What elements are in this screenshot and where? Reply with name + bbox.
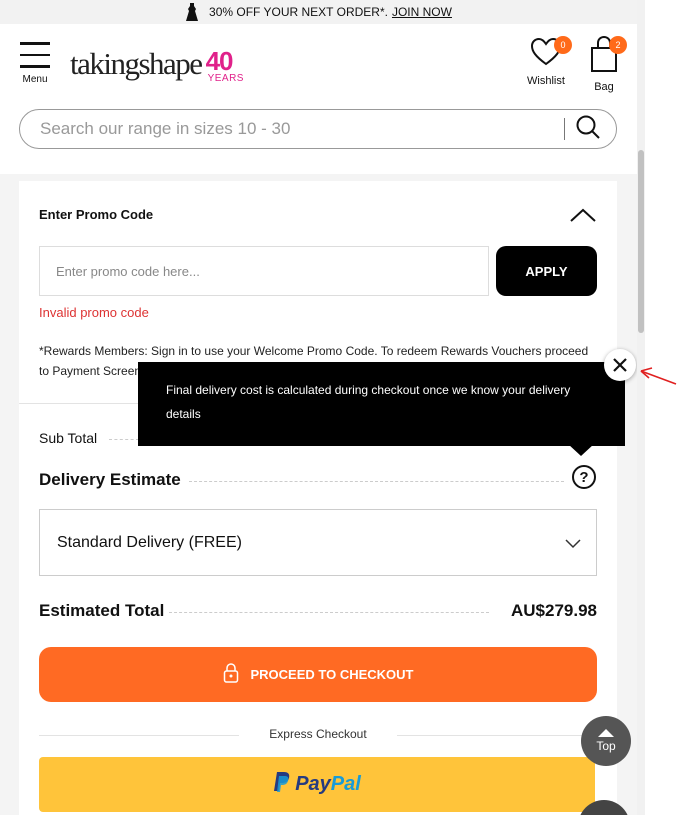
lock-icon — [223, 663, 239, 686]
search-icon[interactable] — [575, 114, 601, 145]
tooltip-close-button[interactable] — [604, 349, 636, 381]
delivery-option-value: Standard Delivery (FREE) — [57, 533, 242, 551]
hamburger-icon — [20, 42, 50, 45]
express-checkout-label: Express Checkout — [269, 727, 367, 741]
tooltip-arrow — [568, 444, 594, 456]
bag-count-badge: 2 — [609, 36, 627, 54]
back-to-top-label: Top — [596, 739, 616, 753]
chevron-down-icon — [565, 536, 581, 554]
red-arrow-annotation-icon — [640, 367, 677, 385]
proceed-to-checkout-button[interactable]: PROCEED TO CHECKOUT — [39, 647, 597, 702]
join-now-link[interactable]: JOIN NOW — [392, 5, 452, 19]
delivery-option-select[interactable]: Standard Delivery (FREE) — [39, 509, 597, 576]
wishlist-count-badge: 0 — [554, 36, 572, 54]
estimated-total-value: AU$279.98 — [510, 601, 597, 620]
scrollbar-thumb[interactable] — [638, 150, 644, 333]
search-divider — [564, 118, 565, 140]
back-to-top-button[interactable]: Top — [581, 716, 631, 766]
bag-button[interactable]: 2 Bag — [587, 35, 627, 93]
page-scrollbar[interactable] — [637, 0, 678, 815]
promo-error-message: Invalid promo code — [39, 305, 149, 320]
wishlist-label: Wishlist — [527, 75, 565, 87]
delivery-estimate-title: Delivery Estimate — [39, 470, 181, 489]
question-icon[interactable]: ? — [572, 465, 596, 489]
express-checkout-divider: Express Checkout — [39, 727, 597, 741]
promo-code-title: Enter Promo Code — [39, 207, 154, 222]
arrow-up-icon — [598, 729, 614, 737]
bag-label: Bag — [594, 81, 614, 93]
brand-name: takingshape — [70, 46, 203, 81]
chevron-up-icon[interactable] — [569, 207, 597, 228]
total-leader — [169, 612, 489, 613]
promo-banner-text: 30% OFF YOUR NEXT ORDER*. — [209, 5, 388, 19]
delivery-info-tooltip: Final delivery cost is calculated during… — [138, 362, 625, 456]
anniversary-label: YEARS — [207, 73, 244, 84]
search-input[interactable] — [20, 119, 550, 139]
site-header: Menu takingshape 40 YEARS 0 Wishlist 2 B… — [0, 24, 637, 174]
menu-label: Menu — [22, 73, 48, 85]
wishlist-button[interactable]: 0 Wishlist — [526, 36, 572, 87]
dress-icon — [185, 3, 199, 21]
cart-summary-panel: Enter Promo Code APPLY Invalid promo cod… — [19, 181, 617, 815]
menu-button[interactable]: Menu — [18, 42, 52, 85]
subtotal-leader — [109, 439, 139, 440]
tooltip-text: Final delivery cost is calculated during… — [166, 383, 571, 421]
promo-code-input[interactable] — [39, 246, 489, 296]
promo-banner: 30% OFF YOUR NEXT ORDER*. JOIN NOW — [0, 0, 637, 24]
apply-promo-button[interactable]: APPLY — [496, 246, 597, 296]
close-icon — [613, 358, 627, 372]
delivery-leader — [189, 481, 564, 482]
anniversary-mark: 40 YEARS — [206, 46, 248, 84]
paypal-wordmark: PayPal — [295, 773, 361, 795]
estimated-total-label: Estimated Total — [39, 601, 165, 620]
paypal-icon — [273, 771, 291, 798]
proceed-to-checkout-label: PROCEED TO CHECKOUT — [250, 667, 414, 682]
site-logo[interactable]: takingshape 40 YEARS — [70, 46, 248, 84]
subtotal-label: Sub Total — [39, 430, 98, 446]
paypal-button[interactable]: PayPal — [39, 757, 595, 812]
search-bar — [19, 109, 617, 149]
